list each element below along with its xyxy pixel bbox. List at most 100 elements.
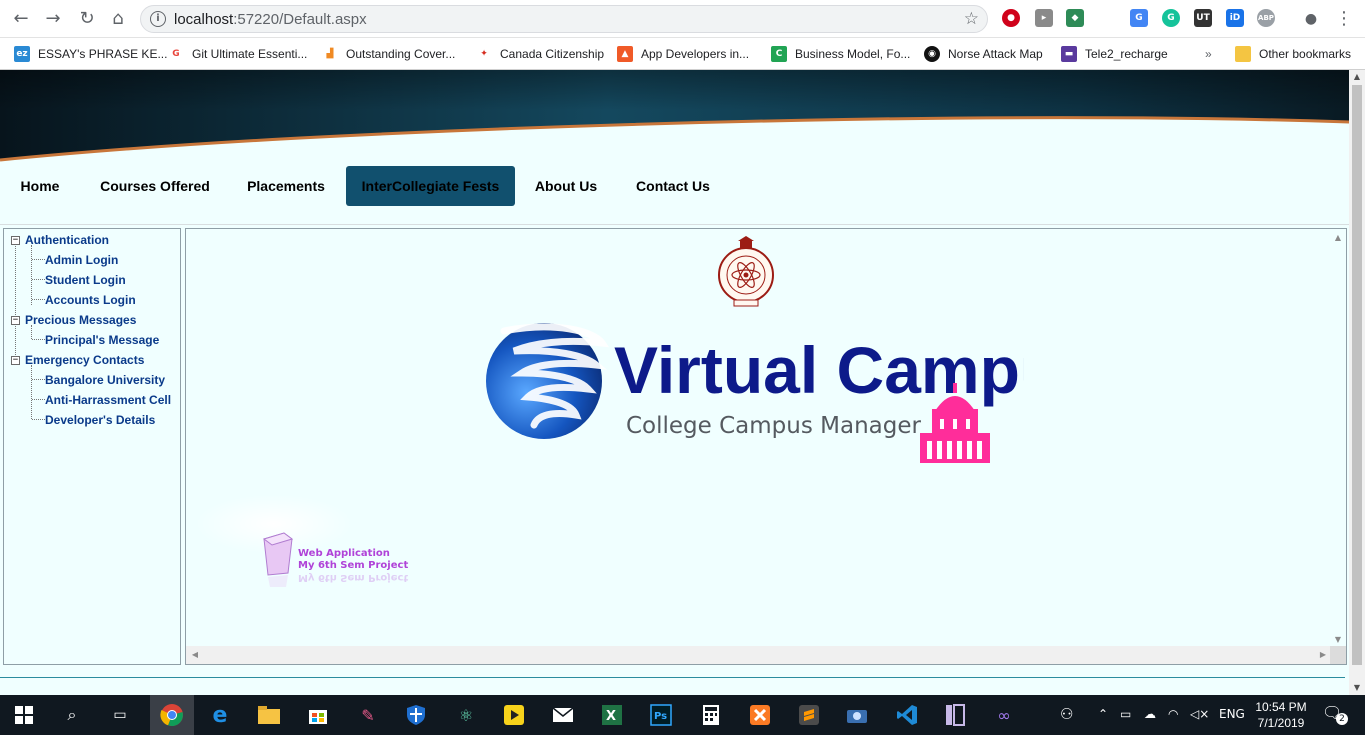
home-icon[interactable]: ⌂ <box>106 7 130 31</box>
excel-icon[interactable]: X <box>598 701 626 729</box>
collapse-icon[interactable]: − <box>11 316 20 325</box>
extension-icon[interactable]: ▸ <box>1035 9 1053 27</box>
bookmark-star-icon[interactable]: ☆ <box>964 9 979 29</box>
sublime-icon[interactable] <box>795 701 823 729</box>
scroll-down-icon[interactable]: ▼ <box>1330 633 1346 647</box>
chrome-icon[interactable] <box>150 695 194 735</box>
language-indicator[interactable]: ENG <box>1219 707 1245 721</box>
profile-icon[interactable]: ● <box>1299 7 1323 31</box>
scroll-up-icon[interactable]: ▲ <box>1330 231 1346 245</box>
frame-vertical-scrollbar[interactable]: ▲ ▼ <box>1330 229 1346 647</box>
player-icon[interactable] <box>500 701 528 729</box>
bookmark-item[interactable]: G Git Ultimate Essenti... <box>168 44 307 64</box>
reload-icon[interactable]: ↻ <box>75 7 99 31</box>
scroll-up-icon[interactable]: ▲ <box>1349 70 1365 84</box>
bookmark-item[interactable]: ▲ App Developers in... <box>617 44 749 64</box>
tree-connector <box>32 399 45 400</box>
people-icon[interactable]: ⚇ <box>1060 705 1073 723</box>
tree-node-precious-messages[interactable]: Precious Messages <box>25 313 136 327</box>
photoshop-icon[interactable]: Ps <box>647 701 675 729</box>
task-view-icon[interactable]: ▭ <box>106 701 134 729</box>
scroll-down-icon[interactable]: ▼ <box>1349 681 1365 695</box>
store-icon[interactable] <box>304 701 332 729</box>
clock-date: 7/1/2019 <box>1257 716 1305 730</box>
camera-icon[interactable] <box>843 701 871 729</box>
menu-divider <box>0 224 1349 225</box>
c-icon: C <box>771 46 787 62</box>
address-url[interactable]: localhost:57220/Default.aspx <box>174 11 367 28</box>
tree-node-anti-harrassment-cell[interactable]: Anti-Harrassment Cell <box>45 393 171 407</box>
collapse-icon[interactable]: − <box>11 356 20 365</box>
page-vertical-scrollbar[interactable]: ▲ ▼ <box>1349 70 1365 695</box>
git-icon: G <box>168 46 184 62</box>
back-icon[interactable]: ← <box>9 7 33 31</box>
scroll-right-icon[interactable]: ▶ <box>1316 646 1330 664</box>
tree-node-bangalore-university[interactable]: Bangalore University <box>45 373 165 387</box>
atom-icon[interactable]: ⚛ <box>452 701 480 729</box>
menu-kebab-icon[interactable]: ⋮ <box>1332 7 1356 31</box>
extension-icon[interactable]: ◆ <box>1066 9 1084 27</box>
collapse-icon[interactable]: − <box>11 236 20 245</box>
wifi-icon[interactable]: ◠ <box>1168 707 1178 721</box>
norse-icon: ◉ <box>924 46 940 62</box>
vscode-icon[interactable] <box>893 701 921 729</box>
content-frame: Virtual Campus College Campus Manager <box>185 228 1347 665</box>
tree-connector <box>31 245 32 305</box>
menu-intercollegiate-fests[interactable]: InterCollegiate Fests <box>346 166 515 206</box>
bookmark-item[interactable]: C Business Model, Fo... <box>771 44 910 64</box>
system-clock[interactable]: 10:54 PM 7/1/2019 <box>1255 699 1307 731</box>
badge-line2: My 6th Sem Project <box>298 560 409 571</box>
forward-icon[interactable]: → <box>41 7 65 31</box>
extension-icon[interactable]: UT <box>1194 9 1212 27</box>
bookmark-label: App Developers in... <box>641 47 750 61</box>
adblock-extension-icon[interactable]: ● <box>1002 9 1020 27</box>
file-explorer-icon[interactable] <box>255 701 283 729</box>
tree-connector <box>32 419 45 420</box>
adblock-plus-icon[interactable]: ABP <box>1257 9 1275 27</box>
other-bookmarks[interactable]: Other bookmarks <box>1235 44 1351 64</box>
calculator-icon[interactable] <box>697 701 725 729</box>
bookmarks-overflow-button[interactable]: » <box>1205 44 1212 64</box>
windows-start-icon[interactable] <box>10 701 38 729</box>
scrollbar-thumb[interactable] <box>1352 85 1362 665</box>
menu-home[interactable]: Home <box>12 166 68 206</box>
bookmark-item[interactable]: ez ESSAY's PHRASE KE... <box>14 44 167 64</box>
bookmark-item[interactable]: ✦ Canada Citizenship <box>476 44 604 64</box>
onedrive-icon[interactable]: ☁ <box>1144 707 1156 721</box>
mail-icon[interactable] <box>549 701 577 729</box>
xampp-icon[interactable] <box>746 701 774 729</box>
menu-placements[interactable]: Placements <box>240 166 332 206</box>
maple-leaf-icon: ✦ <box>476 46 492 62</box>
menu-about-us[interactable]: About Us <box>527 166 605 206</box>
grammarly-extension-icon[interactable]: G <box>1162 9 1180 27</box>
battery-icon[interactable]: ▭ <box>1120 707 1131 721</box>
url-path: :57220/Default.aspx <box>233 11 367 28</box>
bookmark-item[interactable]: ▟ Outstanding Cover... <box>322 44 455 64</box>
volume-muted-icon[interactable]: ◁× <box>1190 707 1209 721</box>
tree-node-principals-message[interactable]: Principal's Message <box>45 333 159 347</box>
bookmark-item[interactable]: ◉ Norse Attack Map <box>924 44 1043 64</box>
tree-node-accounts-login[interactable]: Accounts Login <box>45 293 136 307</box>
tree-node-authentication[interactable]: Authentication <box>25 233 109 247</box>
search-icon[interactable]: ⌕ <box>58 701 86 729</box>
translate-extension-icon[interactable]: G <box>1130 9 1148 27</box>
show-hidden-icons-icon[interactable]: ⌃ <box>1098 707 1108 721</box>
tree-node-student-login[interactable]: Student Login <box>45 273 126 287</box>
menu-courses-offered[interactable]: Courses Offered <box>94 166 216 206</box>
svg-text:Ps: Ps <box>654 711 667 722</box>
visual-studio-icon[interactable] <box>941 701 969 729</box>
defender-icon[interactable] <box>402 701 430 729</box>
address-bar[interactable]: i localhost:57220/Default.aspx ☆ <box>140 5 988 33</box>
site-info-icon[interactable]: i <box>150 11 166 27</box>
paint-icon[interactable]: ✎ <box>354 701 382 729</box>
bookmark-item[interactable]: ▬ Tele2_recharge <box>1061 44 1168 64</box>
scroll-left-icon[interactable]: ◀ <box>188 646 202 664</box>
menu-contact-us[interactable]: Contact Us <box>629 166 717 206</box>
infinity-icon[interactable]: ∞ <box>990 701 1018 729</box>
edge-icon[interactable]: e <box>206 701 234 729</box>
tree-node-admin-login[interactable]: Admin Login <box>45 253 118 267</box>
tree-node-developers-details[interactable]: Developer's Details <box>45 413 155 427</box>
extension-icon[interactable]: iD <box>1226 9 1244 27</box>
frame-horizontal-scrollbar[interactable]: ◀ ▶ <box>186 646 1330 664</box>
tree-node-emergency-contacts[interactable]: Emergency Contacts <box>25 353 144 367</box>
